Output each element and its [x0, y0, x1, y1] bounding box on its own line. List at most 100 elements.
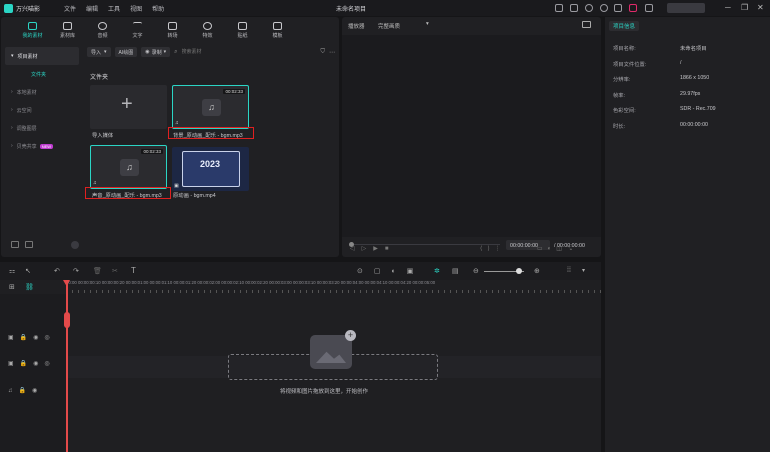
minimize-icon[interactable]: ─ [725, 3, 731, 12]
tab-label: 文字 [132, 32, 143, 39]
split-icon[interactable]: ✂ [112, 267, 118, 275]
new-badge: NEW [39, 143, 54, 149]
audio-icon: ♫ [175, 120, 179, 126]
import-label: 导入 [91, 49, 102, 56]
search-input[interactable] [181, 47, 270, 57]
grid-view-icon[interactable]: ⁞⁞ [567, 267, 571, 274]
media-clip-audio-bg[interactable]: 00:02:33 ♫ ♫ [172, 85, 249, 129]
effects-icon [203, 21, 212, 30]
add-track-icon[interactable]: ⊞ [9, 283, 15, 291]
chevron-down-icon: ▾ [104, 49, 107, 55]
ai-tool-icon[interactable]: ✲ [434, 267, 440, 275]
sidebar-item-project-media[interactable]: ▾ 项目素材 [5, 47, 79, 65]
tab-audio[interactable]: 音频 [85, 17, 120, 43]
highlight-box [168, 127, 254, 139]
sidebar-item-cloud[interactable]: › 云空间 [5, 101, 79, 119]
record-icon: ◉ [145, 49, 150, 55]
track-video-1-controls[interactable]: ▣🔒◉◎ [8, 360, 56, 367]
collapse-icon[interactable] [71, 241, 79, 249]
highlight-box [85, 187, 171, 199]
track-video-2-controls[interactable]: ▣🔒◉◎ [8, 334, 56, 341]
headset-icon[interactable] [600, 4, 608, 12]
upload-icon[interactable] [585, 4, 593, 12]
link-icon[interactable]: ⛓ [25, 283, 34, 291]
title-bar: 万兴喵影 文件 编辑 工具 视图 帮助 未命名项目 ─ ❐ ✕ [0, 0, 770, 16]
image-placeholder-icon: + [310, 330, 356, 369]
import-button[interactable]: 导入 ▾ [87, 47, 111, 57]
tab-label: 音频 [97, 32, 108, 39]
sidebar-footer [11, 241, 81, 249]
new-folder-icon[interactable] [11, 241, 19, 248]
import-media-tile[interactable]: + [90, 85, 167, 129]
info-key: 色彩空间: [613, 108, 636, 114]
media-clip-video[interactable]: 2023 ▣ [172, 147, 249, 191]
sidebar-item-local[interactable]: › 本地素材 [5, 83, 79, 101]
record-button[interactable]: ◉ 录制 ▾ [141, 47, 171, 57]
undo-icon[interactable]: ↶ [54, 267, 60, 275]
zoom-in-icon[interactable]: ⊕ [534, 267, 540, 275]
view-tools[interactable]: ▭◐◫⤡ [537, 245, 577, 253]
zoom-handle[interactable] [516, 268, 522, 274]
document-title: 未命名项目 [336, 7, 367, 13]
info-key: 项目文件位置: [613, 62, 647, 68]
text-tool-icon[interactable]: T [131, 266, 136, 275]
menu-tools[interactable]: 工具 [108, 4, 120, 13]
playback-controls[interactable]: ◁▷▶■ [350, 245, 395, 252]
cart-icon[interactable] [629, 4, 637, 12]
save-icon[interactable] [570, 4, 578, 12]
menu-view[interactable]: 视图 [130, 4, 142, 13]
filter-icon[interactable]: ⛉ [320, 49, 325, 56]
clip-duration: 00:02:33 [141, 149, 163, 154]
quality-select[interactable]: 完整画质 [378, 22, 400, 30]
info-value: 29.97fps [680, 91, 701, 97]
chevron-right-icon: › [11, 89, 13, 95]
sidebar-item-label: 调整图层 [16, 125, 37, 132]
redo-icon[interactable]: ↷ [73, 267, 79, 275]
tab-stock[interactable]: 素材库 [50, 17, 85, 43]
maximize-icon[interactable]: ❐ [741, 3, 748, 12]
tab-transition[interactable]: 转场 [155, 17, 190, 43]
media-clip-audio-voice[interactable]: 00:02:33 ♫ ♫ [90, 145, 167, 189]
sidebar-item-folder[interactable]: 文件夹 [5, 65, 79, 83]
snapshot-icon[interactable] [582, 21, 591, 28]
login-button[interactable] [667, 3, 705, 13]
playhead[interactable] [66, 280, 68, 452]
track-audio-1-controls[interactable]: ♫🔒◉ [8, 387, 43, 394]
folder-icon[interactable] [25, 241, 33, 248]
grid-icon[interactable] [645, 4, 653, 12]
tab-effects[interactable]: 特效 [190, 17, 225, 43]
screen-icon[interactable] [555, 4, 563, 12]
menu-edit[interactable]: 编辑 [86, 4, 98, 13]
music-note-icon: ♫ [120, 159, 139, 176]
layout-icon[interactable]: ⚏ [9, 267, 15, 275]
gift-icon[interactable] [614, 4, 622, 12]
plus-icon: + [121, 93, 133, 115]
sidebar-item-label: 贝壳共享 [16, 143, 37, 150]
delete-icon[interactable]: 🗑 [93, 267, 102, 275]
timeline-tools[interactable]: ⊙▢◐▣ [357, 267, 424, 275]
sidebar-item-adjustment[interactable]: › 调整图层 [5, 119, 79, 137]
preview-tools[interactable]: ⟨⟩⋮ [480, 245, 506, 252]
preview-screen[interactable] [342, 35, 601, 237]
sidebar-item-shared[interactable]: › 贝壳共享 NEW [5, 137, 79, 155]
tab-my-media[interactable]: 我的素材 [15, 17, 50, 43]
video-icon: ▣ [174, 183, 179, 189]
tab-text[interactable]: 文字 [120, 17, 155, 43]
info-key: 时长: [613, 124, 626, 130]
chevron-down-icon: ▾ [11, 53, 14, 59]
chevron-down-icon[interactable]: ▾ [582, 267, 585, 274]
menu-file[interactable]: 文件 [64, 4, 76, 13]
current-timecode: 00:00:00:00 [510, 243, 538, 249]
tab-sticker[interactable]: 贴纸 [225, 17, 260, 43]
close-icon[interactable]: ✕ [757, 3, 764, 12]
select-tool-icon[interactable]: ↖ [25, 267, 31, 275]
timeline[interactable]: 00:00 00:00:00:10 00:00:00:20 00:00:01:0… [0, 280, 601, 452]
ai-image-button[interactable]: AI绘图 [114, 47, 138, 57]
more-icon[interactable]: ⋯ [329, 49, 335, 56]
music-note-icon: ♫ [202, 99, 221, 116]
zoom-out-icon[interactable]: ⊖ [473, 267, 479, 275]
tab-template[interactable]: 模板 [260, 17, 295, 43]
caption-icon[interactable]: ▤ [452, 267, 459, 275]
tab-project-info[interactable]: 项目信息 [609, 21, 640, 31]
menu-help[interactable]: 帮助 [152, 4, 164, 13]
